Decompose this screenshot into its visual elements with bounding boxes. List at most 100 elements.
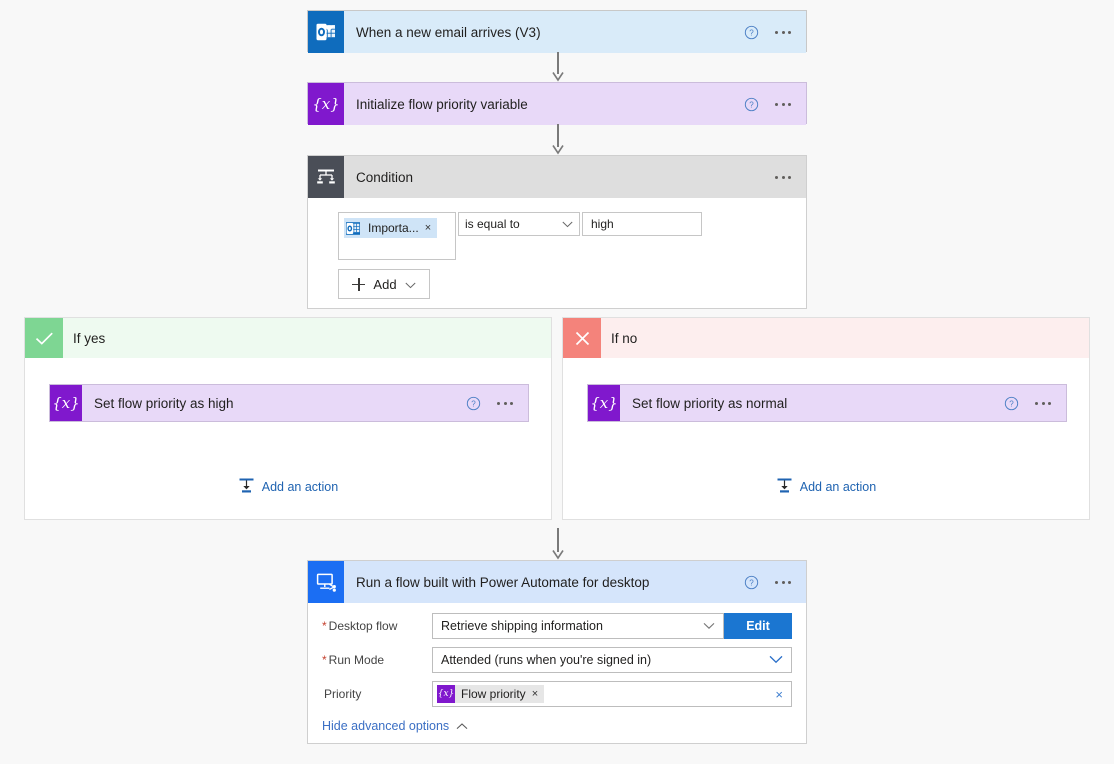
add-an-action-no-label: Add an action [800, 480, 876, 494]
branch-if-no-label: If no [601, 331, 637, 346]
chevron-up-icon [456, 719, 468, 733]
outlook-token-icon [344, 219, 362, 237]
ellipsis-icon[interactable] [775, 103, 791, 106]
svg-text:?: ? [471, 399, 476, 408]
variable-icon: {x} [50, 385, 82, 421]
condition-branch-icon [308, 156, 344, 198]
desktop-flow-card[interactable]: Run a flow built with Power Automate for… [307, 560, 807, 744]
condition-body: Importa... × is equal to high Add [308, 198, 806, 299]
run-mode-label-text: Run Mode [329, 653, 384, 667]
clear-priority-icon[interactable]: × [775, 687, 783, 702]
flow-designer-canvas: When a new email arrives (V3) ? {x} Init… [0, 0, 1114, 764]
ellipsis-icon[interactable] [1035, 402, 1051, 405]
hide-advanced-options-label: Hide advanced options [322, 719, 449, 733]
branch-if-yes-header: If yes [25, 318, 551, 358]
remove-token-icon[interactable]: × [532, 688, 538, 700]
remove-token-icon[interactable]: × [425, 222, 431, 234]
condition-card-header[interactable]: Condition [308, 156, 806, 198]
condition-value-text: high [591, 217, 614, 231]
run-mode-selected-value: Attended (runs when you're signed in) [441, 653, 651, 667]
chevron-down-icon [562, 217, 573, 231]
required-asterisk: * [322, 619, 327, 633]
desktop-flow-title: Run a flow built with Power Automate for… [344, 575, 744, 590]
condition-row: Importa... × is equal to high [338, 212, 806, 260]
help-circle-icon[interactable]: ? [744, 97, 759, 112]
chevron-down-icon [769, 653, 783, 667]
priority-dynamic-token[interactable]: {x} Flow priority × [437, 685, 544, 703]
branch-if-no-header: If no [563, 318, 1089, 358]
outlook-icon [308, 11, 344, 53]
ellipsis-icon[interactable] [775, 176, 791, 179]
plus-icon [352, 278, 365, 291]
hide-advanced-options-link[interactable]: Hide advanced options [322, 719, 792, 733]
condition-value-input[interactable]: high [582, 212, 702, 236]
add-condition-label: Add [373, 277, 396, 292]
branch-if-yes-label: If yes [63, 331, 105, 346]
field-desktop-flow: * Desktop flow Retrieve shipping informa… [322, 613, 792, 639]
priority-control: {x} Flow priority × × [432, 681, 792, 707]
trigger-card[interactable]: When a new email arrives (V3) ? [307, 10, 807, 52]
svg-text:?: ? [749, 28, 754, 37]
condition-card[interactable]: Condition [307, 155, 807, 309]
help-circle-icon[interactable]: ? [744, 25, 759, 40]
check-icon [25, 318, 63, 358]
svg-text:?: ? [1009, 399, 1014, 408]
chevron-down-icon [405, 277, 416, 292]
set-flow-priority-normal-card[interactable]: {x} Set flow priority as normal ? [587, 384, 1067, 422]
variable-glyph: {x} [438, 689, 455, 699]
initialize-variable-header[interactable]: {x} Initialize flow priority variable ? [308, 83, 806, 125]
required-asterisk: * [322, 653, 327, 667]
desktop-flow-header[interactable]: Run a flow built with Power Automate for… [308, 561, 806, 603]
run-mode-control: Attended (runs when you're signed in) [432, 647, 792, 673]
field-priority: Priority {x} Flow priority × × [322, 681, 792, 707]
priority-field-label: Priority [322, 687, 432, 701]
svg-text:?: ? [749, 578, 754, 587]
add-an-action-yes[interactable]: Add an action [25, 477, 551, 497]
svg-text:?: ? [749, 100, 754, 109]
set-flow-priority-normal-title: Set flow priority as normal [620, 396, 1004, 411]
add-action-icon [776, 477, 793, 497]
variable-icon: {x} [588, 385, 620, 421]
branch-if-no: If no {x} Set flow priority as normal ? [562, 317, 1090, 520]
help-circle-icon[interactable]: ? [466, 396, 481, 411]
desktop-flow-field-label: * Desktop flow [322, 619, 432, 633]
edit-desktop-flow-button[interactable]: Edit [724, 613, 792, 639]
trigger-card-title: When a new email arrives (V3) [344, 25, 744, 40]
close-icon [563, 318, 601, 358]
add-condition-button[interactable]: Add [338, 269, 430, 299]
initialize-variable-title: Initialize flow priority variable [344, 97, 744, 112]
help-circle-icon[interactable]: ? [744, 575, 759, 590]
priority-input[interactable]: {x} Flow priority × × [432, 681, 792, 707]
trigger-card-actions: ? [744, 25, 806, 40]
initialize-card-actions: ? [744, 97, 806, 112]
desktop-flow-label-text: Desktop flow [329, 619, 398, 633]
condition-operand-field[interactable]: Importa... × [338, 212, 456, 260]
desktop-flow-selected-value: Retrieve shipping information [441, 619, 603, 633]
initialize-variable-card[interactable]: {x} Initialize flow priority variable ? [307, 82, 807, 124]
add-action-icon [238, 477, 255, 497]
desktop-flow-select[interactable]: Retrieve shipping information [432, 613, 724, 639]
set-flow-priority-high-actions: ? [466, 396, 528, 411]
ellipsis-icon[interactable] [497, 402, 513, 405]
add-an-action-yes-label: Add an action [262, 480, 338, 494]
condition-card-title: Condition [344, 170, 775, 185]
dynamic-content-token-label: Importa... [368, 221, 419, 235]
run-mode-select[interactable]: Attended (runs when you're signed in) [432, 647, 792, 673]
chevron-down-icon [703, 619, 715, 633]
set-flow-priority-normal-actions: ? [1004, 396, 1066, 411]
desktop-flow-actions: ? [744, 575, 806, 590]
condition-card-actions [775, 176, 806, 179]
set-flow-priority-high-card[interactable]: {x} Set flow priority as high ? [49, 384, 529, 422]
condition-operator-select[interactable]: is equal to [458, 212, 580, 236]
branch-if-yes: If yes {x} Set flow priority as high ? [24, 317, 552, 520]
desktop-flow-body: * Desktop flow Retrieve shipping informa… [308, 603, 806, 733]
desktop-flow-icon [308, 561, 344, 603]
set-flow-priority-high-title: Set flow priority as high [82, 396, 466, 411]
ellipsis-icon[interactable] [775, 581, 791, 584]
dynamic-content-token[interactable]: Importa... × [344, 218, 437, 238]
trigger-card-header[interactable]: When a new email arrives (V3) ? [308, 11, 806, 53]
ellipsis-icon[interactable] [775, 31, 791, 34]
desktop-flow-control: Retrieve shipping information Edit [432, 613, 792, 639]
help-circle-icon[interactable]: ? [1004, 396, 1019, 411]
add-an-action-no[interactable]: Add an action [563, 477, 1089, 497]
